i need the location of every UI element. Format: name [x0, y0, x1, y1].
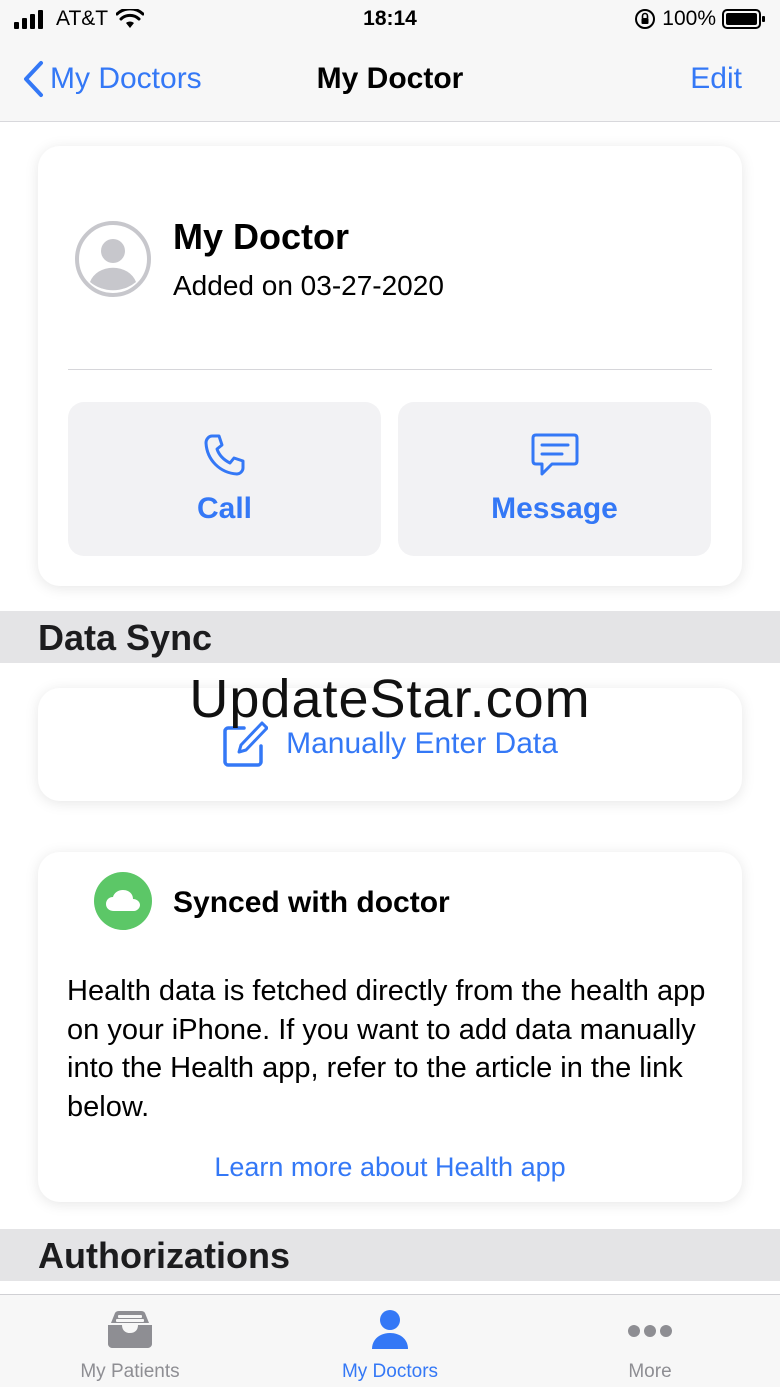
battery-percent: 100% [662, 7, 716, 30]
tab-my-doctors[interactable]: My Doctors [260, 1295, 520, 1387]
call-icon-wrap [68, 432, 381, 478]
edit-button[interactable]: Edit [690, 62, 742, 96]
tab-more[interactable]: More [520, 1295, 780, 1387]
manually-enter-data-label: Manually Enter Data [286, 727, 558, 760]
navigation-bar: My Doctors My Doctor Edit [0, 40, 780, 122]
learn-more-link[interactable]: Learn more about Health app [38, 1152, 742, 1183]
sync-status-card: Synced with doctor Health data is fetche… [38, 852, 742, 1202]
authorizations-header: Authorizations [0, 1229, 780, 1281]
status-right: 100% [634, 7, 766, 31]
doctor-name: My Doctor [173, 216, 350, 257]
status-bar: AT&T 18:14 100% [0, 0, 780, 40]
sync-title: Synced with doctor [173, 886, 450, 919]
tab-my-doctors-label: My Doctors [341, 1361, 439, 1382]
watermark: UpdateStar.com [189, 669, 591, 729]
call-button[interactable]: Call [68, 402, 381, 556]
tab-my-patients[interactable]: My Patients [0, 1295, 260, 1387]
tab-my-patients-label: My Patients [80, 1361, 180, 1382]
sync-description: Health data is fetched directly from the… [67, 975, 706, 1123]
data-sync-title: Data Sync [38, 617, 213, 658]
ellipsis-icon [628, 1325, 672, 1337]
doctor-added-date: Added on 03-27-2020 [173, 270, 444, 301]
tab-more-label: More [628, 1361, 672, 1382]
phone-icon [204, 434, 244, 476]
orientation-lock-icon [635, 9, 656, 29]
cloud-icon [94, 872, 152, 930]
tab-bar: My Patients My Doctors More [0, 1294, 780, 1387]
divider [68, 369, 712, 370]
person-icon [372, 1310, 408, 1349]
message-bubble-icon [531, 433, 578, 476]
avatar-icon [75, 221, 151, 297]
message-label: Message [491, 492, 618, 525]
battery-icon [722, 9, 765, 29]
page-title: My Doctor [316, 62, 464, 95]
data-sync-header: Data Sync [0, 611, 780, 663]
message-icon-wrap [398, 432, 711, 478]
authorizations-title: Authorizations [38, 1235, 290, 1276]
call-label: Call [196, 492, 253, 525]
message-button[interactable]: Message [398, 402, 711, 556]
doctor-card: My Doctor Added on 03-27-2020 Call Messa… [38, 146, 742, 586]
inbox-tray-icon [108, 1311, 152, 1348]
